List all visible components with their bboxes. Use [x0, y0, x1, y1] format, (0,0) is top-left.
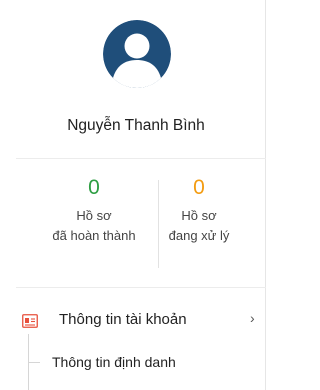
id-card-icon — [22, 314, 38, 328]
stat-in-progress-value: 0 — [193, 176, 205, 199]
user-name: Nguyễn Thanh Bình — [67, 117, 205, 134]
profile-divider — [16, 158, 266, 159]
stat-in-progress-label-line2: đang xử lý — [168, 228, 230, 243]
stat-in-progress-label: Hồ sơ đang xử lý — [149, 206, 249, 246]
menu-item-account-info[interactable]: Thông tin tài khoản › — [18, 304, 263, 334]
stats-divider — [16, 287, 266, 288]
submenu-tree-branch — [28, 362, 40, 363]
stat-completed[interactable]: 0 Hồ sơ đã hoàn thành — [44, 176, 144, 246]
stat-completed-label: Hồ sơ đã hoàn thành — [44, 206, 144, 246]
stat-completed-label-line1: Hồ sơ — [76, 208, 112, 223]
menu-item-account-info-label: Thông tin tài khoản — [59, 311, 187, 328]
submenu-item-identity-info[interactable]: Thông tin định danh — [52, 354, 176, 370]
user-avatar-icon — [103, 20, 171, 88]
stat-completed-label-line2: đã hoàn thành — [52, 228, 136, 243]
stat-in-progress[interactable]: 0 Hồ sơ đang xử lý — [149, 176, 249, 246]
stat-in-progress-label-line1: Hồ sơ — [181, 208, 217, 223]
user-sidebar-panel: Nguyễn Thanh Bình 0 Hồ sơ đã hoàn thành … — [0, 0, 266, 390]
stat-completed-value: 0 — [88, 176, 100, 199]
chevron-right-icon: › — [250, 310, 255, 326]
